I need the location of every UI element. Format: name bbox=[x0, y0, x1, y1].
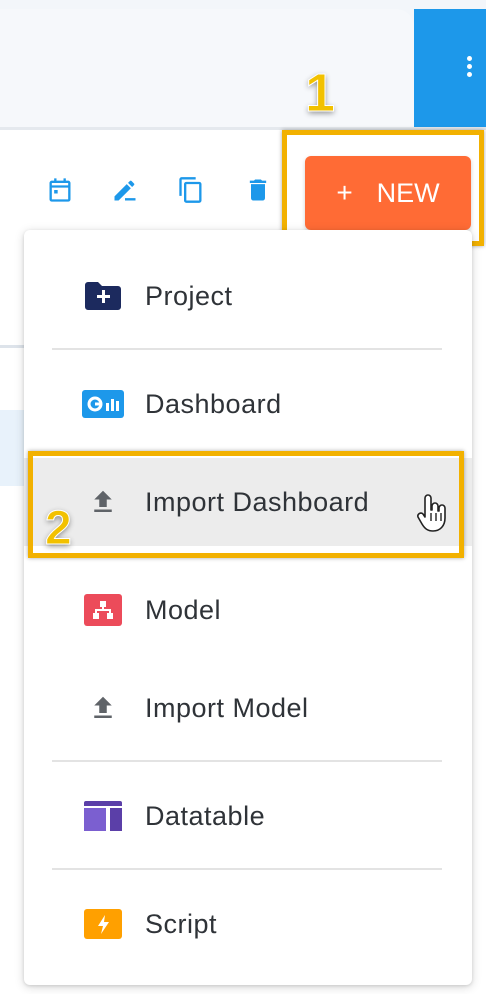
menu-divider bbox=[52, 868, 442, 870]
callout-highlight-import-dashboard bbox=[28, 451, 464, 558]
menu-item-import-model[interactable]: Import Model bbox=[24, 664, 472, 752]
folder-plus-icon bbox=[82, 275, 124, 317]
model-icon bbox=[82, 589, 124, 631]
background-selected-row bbox=[0, 410, 24, 486]
edit-icon[interactable] bbox=[109, 174, 141, 206]
script-icon bbox=[82, 903, 124, 945]
tab-panel bbox=[0, 9, 414, 128]
menu-item-script[interactable]: Script bbox=[24, 880, 472, 968]
calendar-icon[interactable] bbox=[44, 174, 76, 206]
menu-divider bbox=[52, 348, 442, 350]
callout-number-2: 2 bbox=[45, 502, 73, 556]
hand-pointer-icon bbox=[417, 493, 449, 533]
menu-item-label: Import Model bbox=[145, 692, 309, 723]
menu-item-label: Model bbox=[145, 594, 222, 625]
upload-icon bbox=[82, 687, 124, 729]
menu-item-dashboard[interactable]: Dashboard bbox=[24, 360, 472, 448]
menu-item-label: Datatable bbox=[145, 800, 266, 831]
menu-item-model[interactable]: Model bbox=[24, 566, 472, 654]
delete-icon[interactable] bbox=[242, 174, 274, 206]
menu-item-label: Project bbox=[145, 280, 233, 311]
menu-item-project[interactable]: Project bbox=[24, 252, 472, 340]
dashboard-icon bbox=[82, 383, 124, 425]
new-menu: Project Dashboard Import Dashboard Model… bbox=[24, 230, 472, 985]
copy-icon[interactable] bbox=[175, 174, 207, 206]
background-divider bbox=[0, 345, 24, 348]
more-vertical-icon[interactable] bbox=[459, 56, 479, 84]
menu-item-label: Dashboard bbox=[145, 388, 282, 419]
callout-number-1: 1 bbox=[304, 63, 336, 124]
menu-divider bbox=[52, 760, 442, 762]
callout-highlight-new bbox=[282, 130, 484, 246]
menu-item-datatable[interactable]: Datatable bbox=[24, 772, 472, 860]
datatable-icon bbox=[82, 795, 124, 837]
menu-item-label: Script bbox=[145, 908, 218, 939]
